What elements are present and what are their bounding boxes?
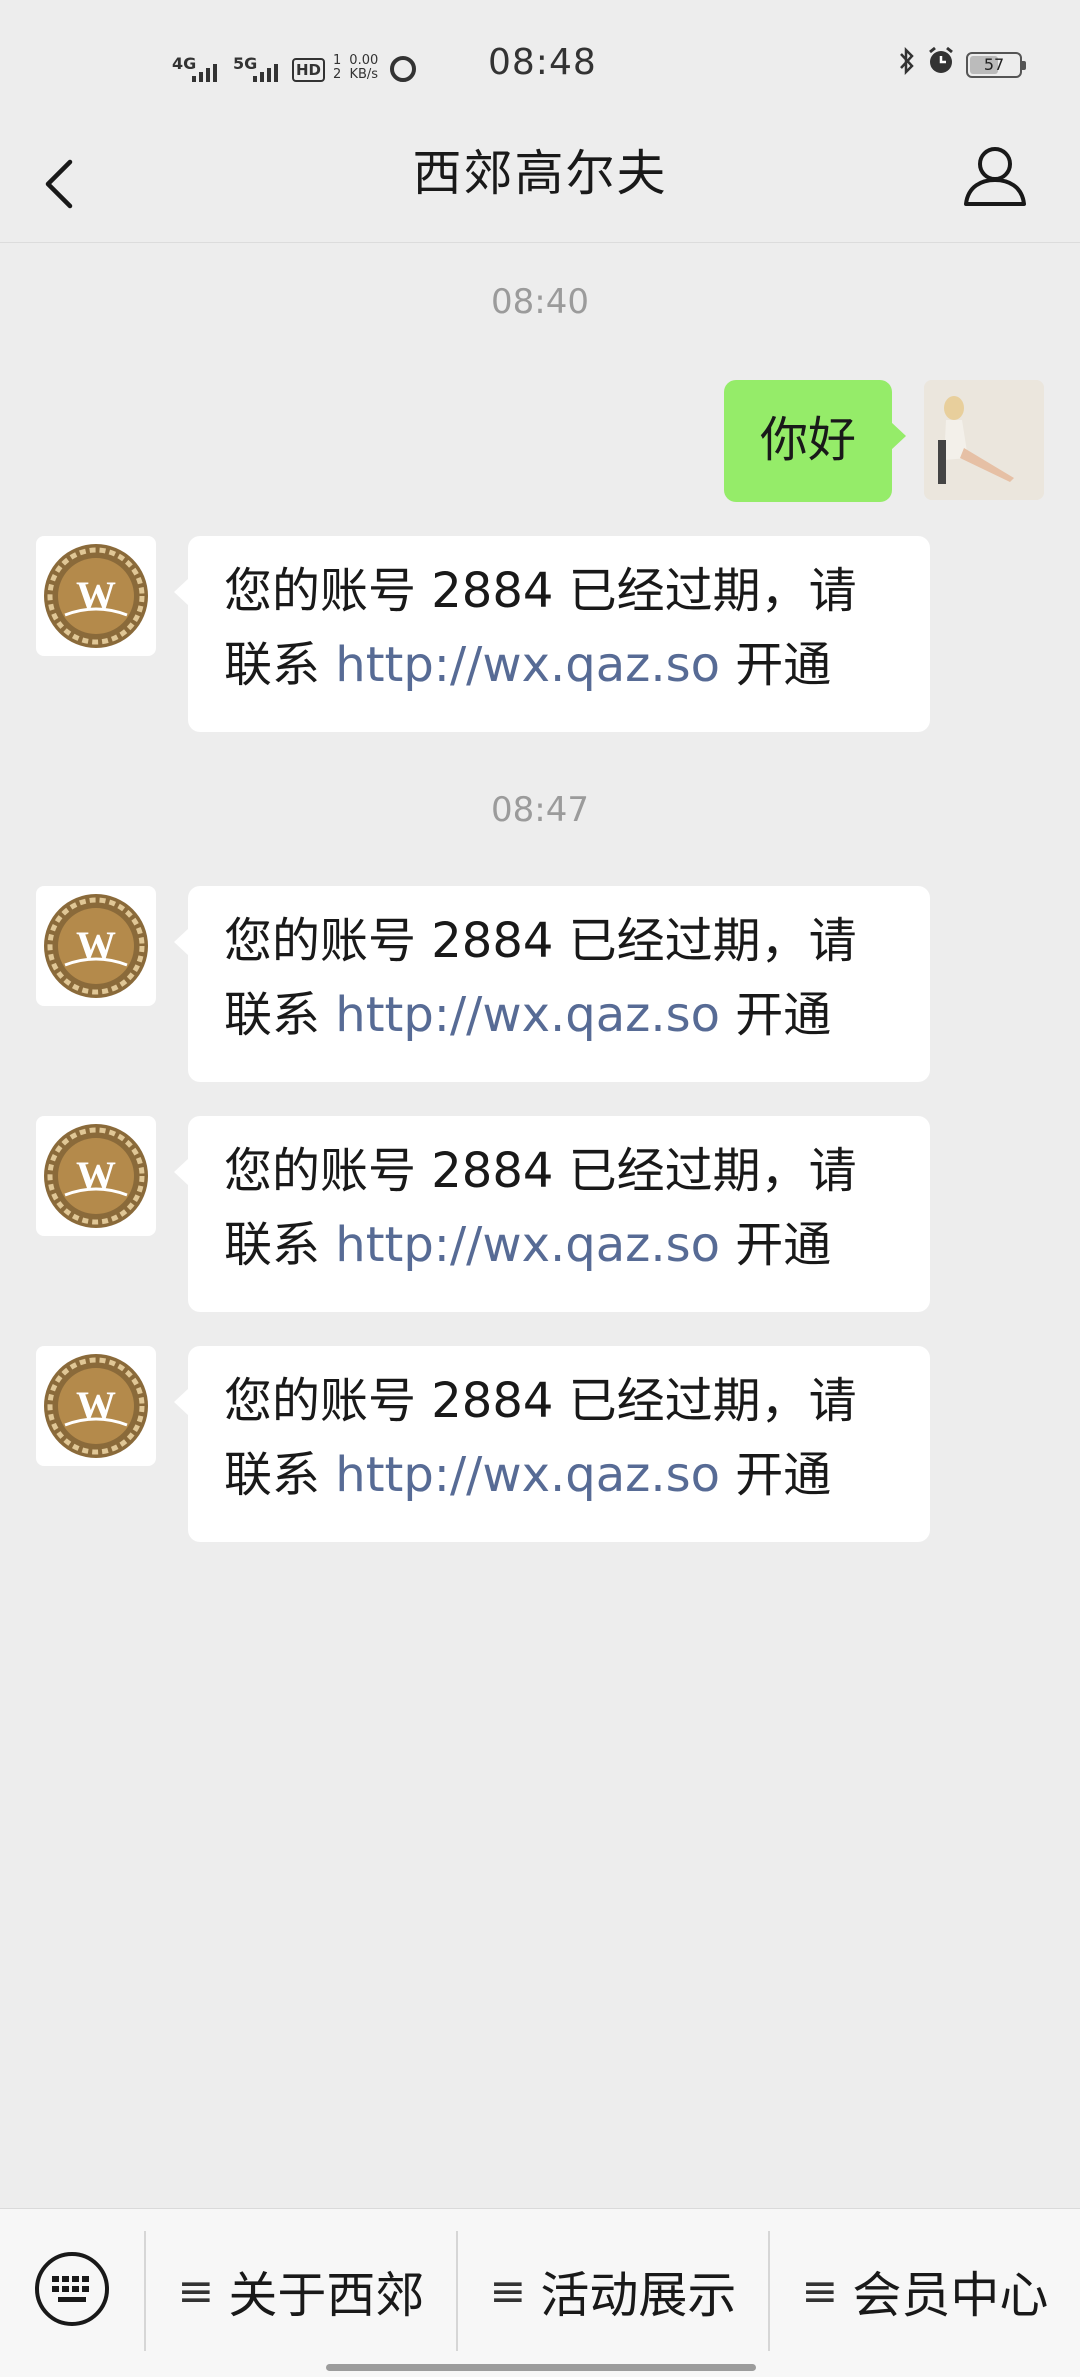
menu-list-icon: ≡ — [489, 2265, 527, 2317]
keyboard-icon — [35, 2252, 109, 2326]
bot-avatar[interactable]: W — [36, 1346, 156, 1466]
menu-item-about[interactable]: ≡ 关于西郊 — [144, 2231, 456, 2351]
message-link[interactable]: http://wx.qaz.so — [335, 1447, 720, 1503]
message-text: 开通 — [719, 1447, 832, 1503]
status-left-icons: 4G 5G HD 1 2 0.00 KB/s — [172, 42, 417, 82]
menu-list-icon: ≡ — [177, 2265, 215, 2317]
bot-avatar[interactable]: W — [36, 886, 156, 1006]
my-avatar[interactable] — [924, 380, 1044, 500]
status-bar: 4G 5G HD 1 2 0.00 KB/s 08:48 57 — [0, 0, 1080, 132]
bot-message-bubble[interactable]: 您的账号 2884 已经过期，请联系 http://wx.qaz.so 开通 — [174, 886, 930, 1082]
message-text: 开通 — [719, 1217, 832, 1273]
message-text: 开通 — [719, 637, 832, 693]
message-text: 开通 — [719, 987, 832, 1043]
message-link[interactable]: http://wx.qaz.so — [335, 637, 720, 693]
network-speed: 0.00 KB/s — [349, 54, 378, 82]
hd-sim-indicator: 1 2 — [333, 54, 341, 82]
home-indicator[interactable] — [326, 2364, 756, 2371]
bot-avatar[interactable]: W — [36, 536, 156, 656]
status-right-icons: 57 — [898, 46, 1026, 83]
chat-header: 西郊高尔夫 — [0, 132, 1080, 243]
menu-item-label: 关于西郊 — [228, 2266, 425, 2324]
network-label-4g: 4G — [172, 54, 197, 73]
alarm-icon — [926, 46, 956, 83]
menu-item-label: 活动展示 — [540, 2266, 737, 2324]
golf-club-logo: W — [44, 894, 148, 998]
user-photo-image — [924, 380, 1044, 500]
hd-sim-2: 2 — [333, 67, 342, 82]
hd-voice-icon: HD — [292, 58, 326, 82]
signal-4g-icon: 4G — [172, 54, 217, 82]
bot-avatar[interactable]: W — [36, 1116, 156, 1236]
message-link[interactable]: http://wx.qaz.so — [335, 1217, 720, 1273]
signal-5g-icon: 5G — [233, 54, 278, 82]
bot-message-bubble[interactable]: 您的账号 2884 已经过期，请联系 http://wx.qaz.so 开通 — [174, 536, 930, 732]
bluetooth-icon — [898, 46, 916, 82]
bot-message-bubble[interactable]: 您的账号 2884 已经过期，请联系 http://wx.qaz.so 开通 — [174, 1116, 930, 1312]
menu-list-icon: ≡ — [801, 2265, 839, 2317]
golf-club-logo: W — [44, 544, 148, 648]
menu-item-label: 会员中心 — [852, 2266, 1049, 2324]
battery-icon: 57 — [966, 51, 1026, 78]
hd-sim-1: 1 — [333, 53, 342, 68]
menu-items: ≡ 关于西郊 ≡ 活动展示 ≡ 会员中心 — [144, 2231, 1080, 2351]
menu-item-member-center[interactable]: ≡ 会员中心 — [768, 2231, 1080, 2351]
person-icon — [964, 147, 1026, 206]
my-message-text: 你好 — [759, 412, 856, 468]
profile-button[interactable] — [960, 142, 1030, 212]
battery-level: 57 — [983, 54, 1005, 74]
network-label-5g: 5G — [233, 54, 258, 73]
timestamp: 08:47 — [491, 790, 589, 830]
my-message-bubble[interactable]: 你好 — [723, 380, 907, 502]
message-link[interactable]: http://wx.qaz.so — [335, 987, 720, 1043]
menu-item-activities[interactable]: ≡ 活动展示 — [456, 2231, 768, 2351]
golf-club-logo: W — [44, 1354, 148, 1458]
chat-title: 西郊高尔夫 — [412, 145, 668, 202]
timestamp: 08:40 — [491, 282, 589, 322]
app-notification-icon — [390, 56, 417, 82]
network-speed-value: 0.00 — [349, 53, 379, 68]
golf-club-logo: W — [44, 1124, 148, 1228]
bot-message-bubble[interactable]: 您的账号 2884 已经过期，请联系 http://wx.qaz.so 开通 — [174, 1346, 930, 1542]
status-time: 08:48 — [488, 42, 597, 83]
bottom-menu-bar: ≡ 关于西郊 ≡ 活动展示 ≡ 会员中心 — [0, 2208, 1080, 2377]
keyboard-toggle-button[interactable] — [32, 2249, 112, 2329]
network-speed-unit: KB/s — [349, 67, 379, 82]
